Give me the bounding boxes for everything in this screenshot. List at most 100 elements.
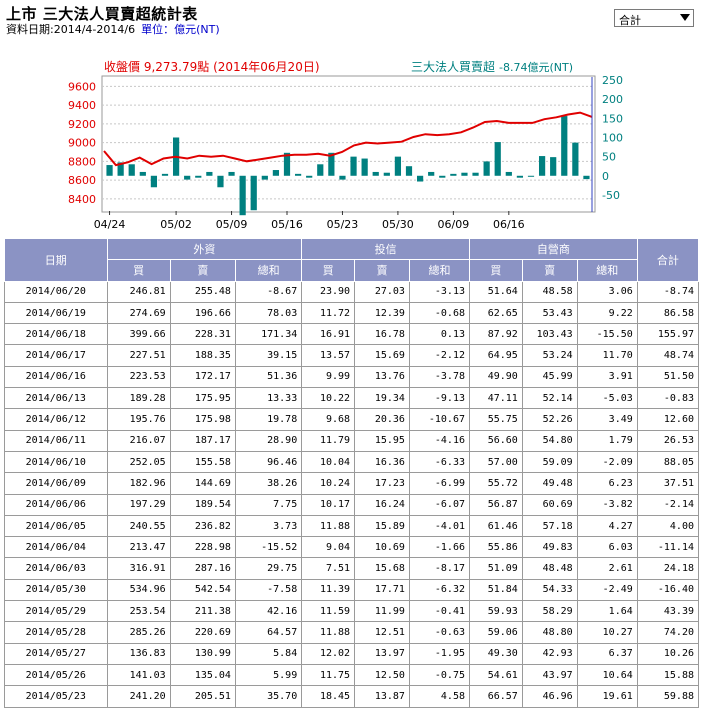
cell-trust-buy: 12.02: [301, 642, 356, 665]
right-tick-label: 50: [602, 151, 616, 164]
cell-dealer-sell: 103.43: [521, 323, 578, 346]
table-row: 2014/06/04 213.47 228.98 -15.52 9.04 10.69 -1.…: [4, 536, 700, 559]
netbuy-bar: [150, 175, 158, 188]
cell-trust-net: -3.13: [408, 280, 471, 303]
netbuy-bar: [550, 157, 557, 176]
cell-trust-buy: 10.22: [301, 387, 356, 410]
cell-total: 48.74: [636, 344, 700, 367]
cell-trust-buy: 23.90: [301, 280, 356, 303]
cell-trust-sell: 11.99: [354, 600, 410, 623]
cell-dealer-net: 19.61: [576, 685, 638, 708]
cell-foreign-buy: 241.20: [106, 685, 171, 708]
cell-total: 59.88: [636, 685, 700, 708]
chart-netbuy-title: 三大法人買賣超: [411, 59, 495, 74]
cell-trust-sell: 16.36: [354, 450, 410, 474]
cell-total: -16.40: [636, 578, 700, 602]
price-netbuy-chart: 收盤價 9,273.79點 (2014年06月20日) 三大法人買賣超 -8.74…: [68, 59, 623, 231]
table-row: 2014/05/30 534.96 542.54 -7.58 11.39 17.71 -6.…: [4, 578, 700, 602]
cell-total: 15.88: [636, 663, 700, 687]
chevron-down-icon[interactable]: [680, 14, 690, 21]
table-row: 2014/05/28 285.26 220.69 64.57 11.88 12.51 -0.…: [4, 621, 700, 644]
cell-trust-buy: 11.88: [301, 514, 356, 538]
cell-trust-net: -6.99: [408, 472, 471, 495]
cell-total: 10.26: [636, 642, 700, 665]
col-foreign: 外資: [106, 237, 303, 261]
table-row: 2014/06/17 227.51 188.35 39.15 13.57 15.69 -2.…: [4, 344, 700, 367]
cell-dealer-sell: 48.58: [521, 280, 578, 303]
left-axis-ticks: 9600 9400 9200 9000 8800 8600 8400: [68, 80, 96, 205]
cell-dealer-buy: 54.61: [469, 663, 523, 687]
cell-foreign-sell: 175.95: [169, 387, 236, 410]
cell-foreign-buy: 141.03: [106, 663, 171, 687]
cell-total: -11.14: [636, 536, 700, 559]
cell-dealer-net: -2.49: [576, 578, 638, 602]
netbuy-bar: [527, 175, 535, 177]
cell-dealer-buy: 55.86: [469, 536, 523, 559]
cell-date: 2014/05/26: [4, 663, 108, 687]
col-foreign-net: 總和: [234, 259, 303, 282]
unit-label: 單位：億元(NT): [141, 23, 220, 36]
right-tick-label: 200: [602, 93, 623, 106]
cell-trust-sell: 15.69: [354, 344, 410, 367]
col-dealer: 自營商: [469, 237, 638, 261]
cell-trust-buy: 10.04: [301, 450, 356, 474]
cell-foreign-net: 3.73: [234, 514, 303, 538]
table-row: 2014/06/20 246.81 255.48 -8.67 23.90 27.03 -3.…: [4, 280, 700, 303]
netbuy-bar: [195, 175, 202, 178]
table-row: 2014/06/11 216.07 187.17 28.90 11.79 15.95 -4.…: [4, 429, 700, 452]
table-row: 2014/05/26 141.03 135.04 5.99 11.75 12.50 -0.7…: [4, 663, 700, 687]
netbuy-bar: [250, 175, 257, 211]
cell-foreign-sell: 287.16: [169, 557, 236, 580]
netbuy-bar: [272, 170, 280, 176]
netbuy-bar: [583, 175, 590, 180]
category-select[interactable]: 合計: [614, 9, 694, 27]
left-tick-label: 8600: [68, 174, 96, 187]
cell-trust-net: -0.41: [408, 600, 471, 623]
col-total: 合計: [636, 238, 700, 282]
col-foreign-sell: 賣: [169, 259, 236, 282]
cell-dealer-net: -15.50: [576, 323, 638, 346]
cell-trust-sell: 19.34: [354, 387, 410, 410]
cell-date: 2014/06/04: [4, 536, 108, 559]
table-row: 2014/05/23 241.20 205.51 35.70 18.45 13.87 4.5…: [4, 685, 700, 708]
cell-dealer-sell: 48.48: [521, 557, 578, 580]
cell-dealer-net: 1.64: [576, 600, 638, 623]
cell-dealer-buy: 49.90: [469, 365, 523, 389]
cell-foreign-buy: 195.76: [106, 408, 171, 431]
cell-dealer-net: 1.79: [576, 429, 638, 452]
x-tick-label: 05/02: [160, 218, 192, 231]
table-row: 2014/06/05 240.55 236.82 3.73 11.88 15.89 -4.0…: [4, 514, 700, 538]
netbuy-bar: [206, 171, 213, 176]
cell-trust-buy: 13.57: [301, 344, 356, 367]
cell-foreign-buy: 136.83: [106, 642, 171, 665]
table-row: 2014/05/27 136.83 130.99 5.84 12.02 13.97 -1.9…: [4, 642, 700, 665]
cell-dealer-sell: 54.80: [521, 429, 578, 452]
cell-dealer-sell: 53.43: [521, 301, 578, 325]
cell-foreign-sell: 144.69: [169, 472, 236, 495]
cell-date: 2014/06/12: [4, 408, 108, 431]
cell-trust-net: -9.13: [408, 387, 471, 410]
cell-foreign-net: -8.67: [234, 280, 303, 303]
cell-foreign-buy: 227.51: [106, 344, 171, 367]
cell-trust-sell: 12.39: [354, 301, 410, 325]
col-dealer-buy: 買: [469, 259, 523, 282]
table-sub-header: 買 賣 總和 買 賣 總和 買 賣 總和: [5, 259, 699, 282]
cell-dealer-sell: 45.99: [521, 365, 578, 389]
cell-date: 2014/06/05: [4, 514, 108, 538]
right-tick-label: 0: [602, 170, 609, 183]
cell-foreign-sell: 211.38: [169, 600, 236, 623]
cell-trust-net: -6.32: [408, 578, 471, 602]
cell-foreign-buy: 213.47: [106, 536, 171, 559]
cell-date: 2014/06/10: [4, 450, 108, 474]
cell-dealer-buy: 51.84: [469, 578, 523, 602]
netbuy-bar: [317, 164, 324, 176]
cell-dealer-sell: 54.33: [521, 578, 578, 602]
cell-dealer-net: 3.06: [576, 280, 638, 303]
cell-dealer-buy: 87.92: [469, 323, 523, 346]
table-row: 2014/06/18 399.66 228.31 171.34 16.91 16.78 0.…: [4, 323, 700, 346]
cell-trust-net: 4.58: [408, 685, 471, 708]
cell-dealer-net: 3.49: [576, 408, 638, 431]
cell-foreign-net: 39.15: [234, 344, 303, 367]
cell-foreign-buy: 253.54: [106, 600, 171, 623]
netbuy-bar: [306, 175, 313, 178]
